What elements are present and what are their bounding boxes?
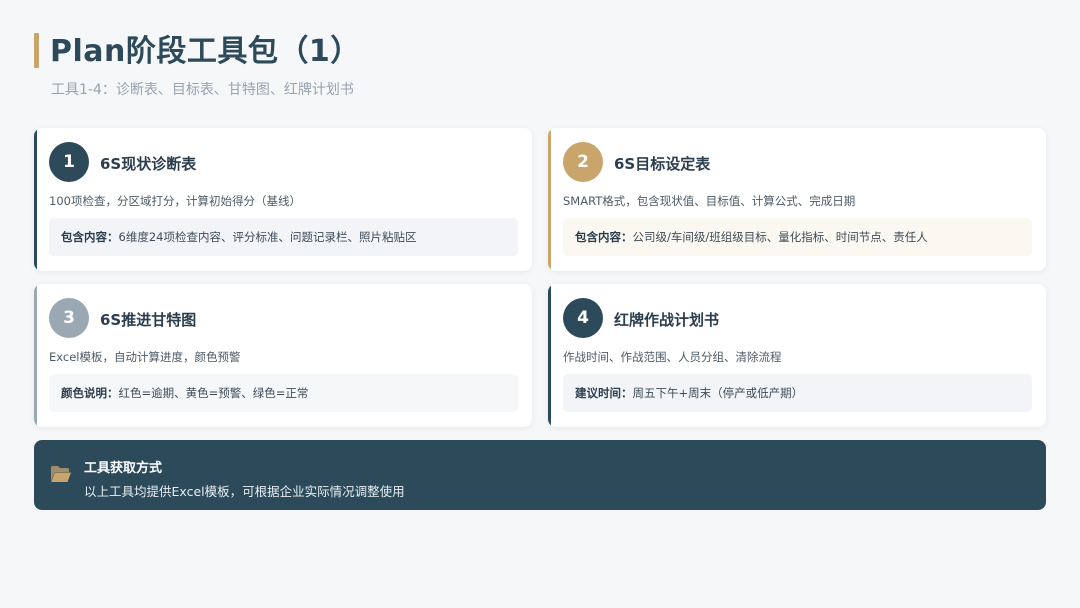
card-detail-label: 建议时间： — [575, 386, 633, 400]
card-detail-label: 包含内容： — [575, 230, 633, 244]
card-accent — [34, 128, 37, 271]
card-title: 6S推进甘特图 — [100, 311, 197, 329]
card-number-badge: 1 — [49, 142, 89, 182]
card-accent — [548, 128, 551, 271]
card-number-badge: 2 — [563, 142, 603, 182]
card-detail-box: 建议时间： 周五下午+周末（停产或低产期） — [563, 374, 1032, 412]
title-accent-bar — [34, 33, 39, 68]
page-title: Plan阶段工具包（1） — [50, 34, 361, 69]
card-detail-text: 红色=逾期、黄色=预警、绿色=正常 — [118, 386, 309, 400]
card-description: 100项检查，分区域打分，计算初始得分（基线） — [49, 194, 301, 208]
tool-card-4: 4 红牌作战计划书 作战时间、作战范围、人员分组、清除流程 建议时间： 周五下午+… — [548, 284, 1046, 427]
card-description: Excel模板，自动计算进度，颜色预警 — [49, 350, 241, 364]
slide: Plan阶段工具包（1） 工具1-4：诊断表、目标表、甘特图、红牌计划书 1 6… — [0, 0, 1080, 608]
card-description: 作战时间、作战范围、人员分组、清除流程 — [563, 350, 782, 364]
card-number-badge: 4 — [563, 298, 603, 338]
banner-text: 以上工具均提供Excel模板，可根据企业实际情况调整使用 — [84, 484, 405, 499]
tool-card-3: 3 6S推进甘特图 Excel模板，自动计算进度，颜色预警 颜色说明： 红色=逾期… — [34, 284, 532, 427]
card-description: SMART格式，包含现状值、目标值、计算公式、完成日期 — [563, 194, 856, 208]
page-subtitle: 工具1-4：诊断表、目标表、甘特图、红牌计划书 — [51, 82, 354, 98]
card-detail-text: 周五下午+周末（停产或低产期） — [632, 386, 804, 400]
card-title: 红牌作战计划书 — [614, 311, 720, 329]
card-detail-text: 6维度24项检查内容、评分标准、问题记录栏、照片粘贴区 — [118, 230, 417, 244]
card-detail-text: 公司级/车间级/班组级目标、量化指标、时间节点、责任人 — [632, 230, 928, 244]
card-detail-label: 颜色说明： — [61, 386, 119, 400]
card-detail-box: 包含内容： 6维度24项检查内容、评分标准、问题记录栏、照片粘贴区 — [49, 218, 518, 256]
card-title: 6S目标设定表 — [614, 155, 711, 173]
card-accent — [34, 284, 37, 427]
banner-title: 工具获取方式 — [84, 461, 163, 476]
card-detail-box: 颜色说明： 红色=逾期、黄色=预警、绿色=正常 — [49, 374, 518, 412]
card-detail-label: 包含内容： — [61, 230, 119, 244]
card-title: 6S现状诊断表 — [100, 155, 197, 173]
tool-access-banner: 工具获取方式 以上工具均提供Excel模板，可根据企业实际情况调整使用 — [34, 440, 1046, 510]
folder-open-icon — [51, 466, 71, 482]
card-number-badge: 3 — [49, 298, 89, 338]
tool-card-1: 1 6S现状诊断表 100项检查，分区域打分，计算初始得分（基线） 包含内容： 6… — [34, 128, 532, 271]
tool-card-2: 2 6S目标设定表 SMART格式，包含现状值、目标值、计算公式、完成日期 包含… — [548, 128, 1046, 271]
card-detail-box: 包含内容： 公司级/车间级/班组级目标、量化指标、时间节点、责任人 — [563, 218, 1032, 256]
card-accent — [548, 284, 551, 427]
